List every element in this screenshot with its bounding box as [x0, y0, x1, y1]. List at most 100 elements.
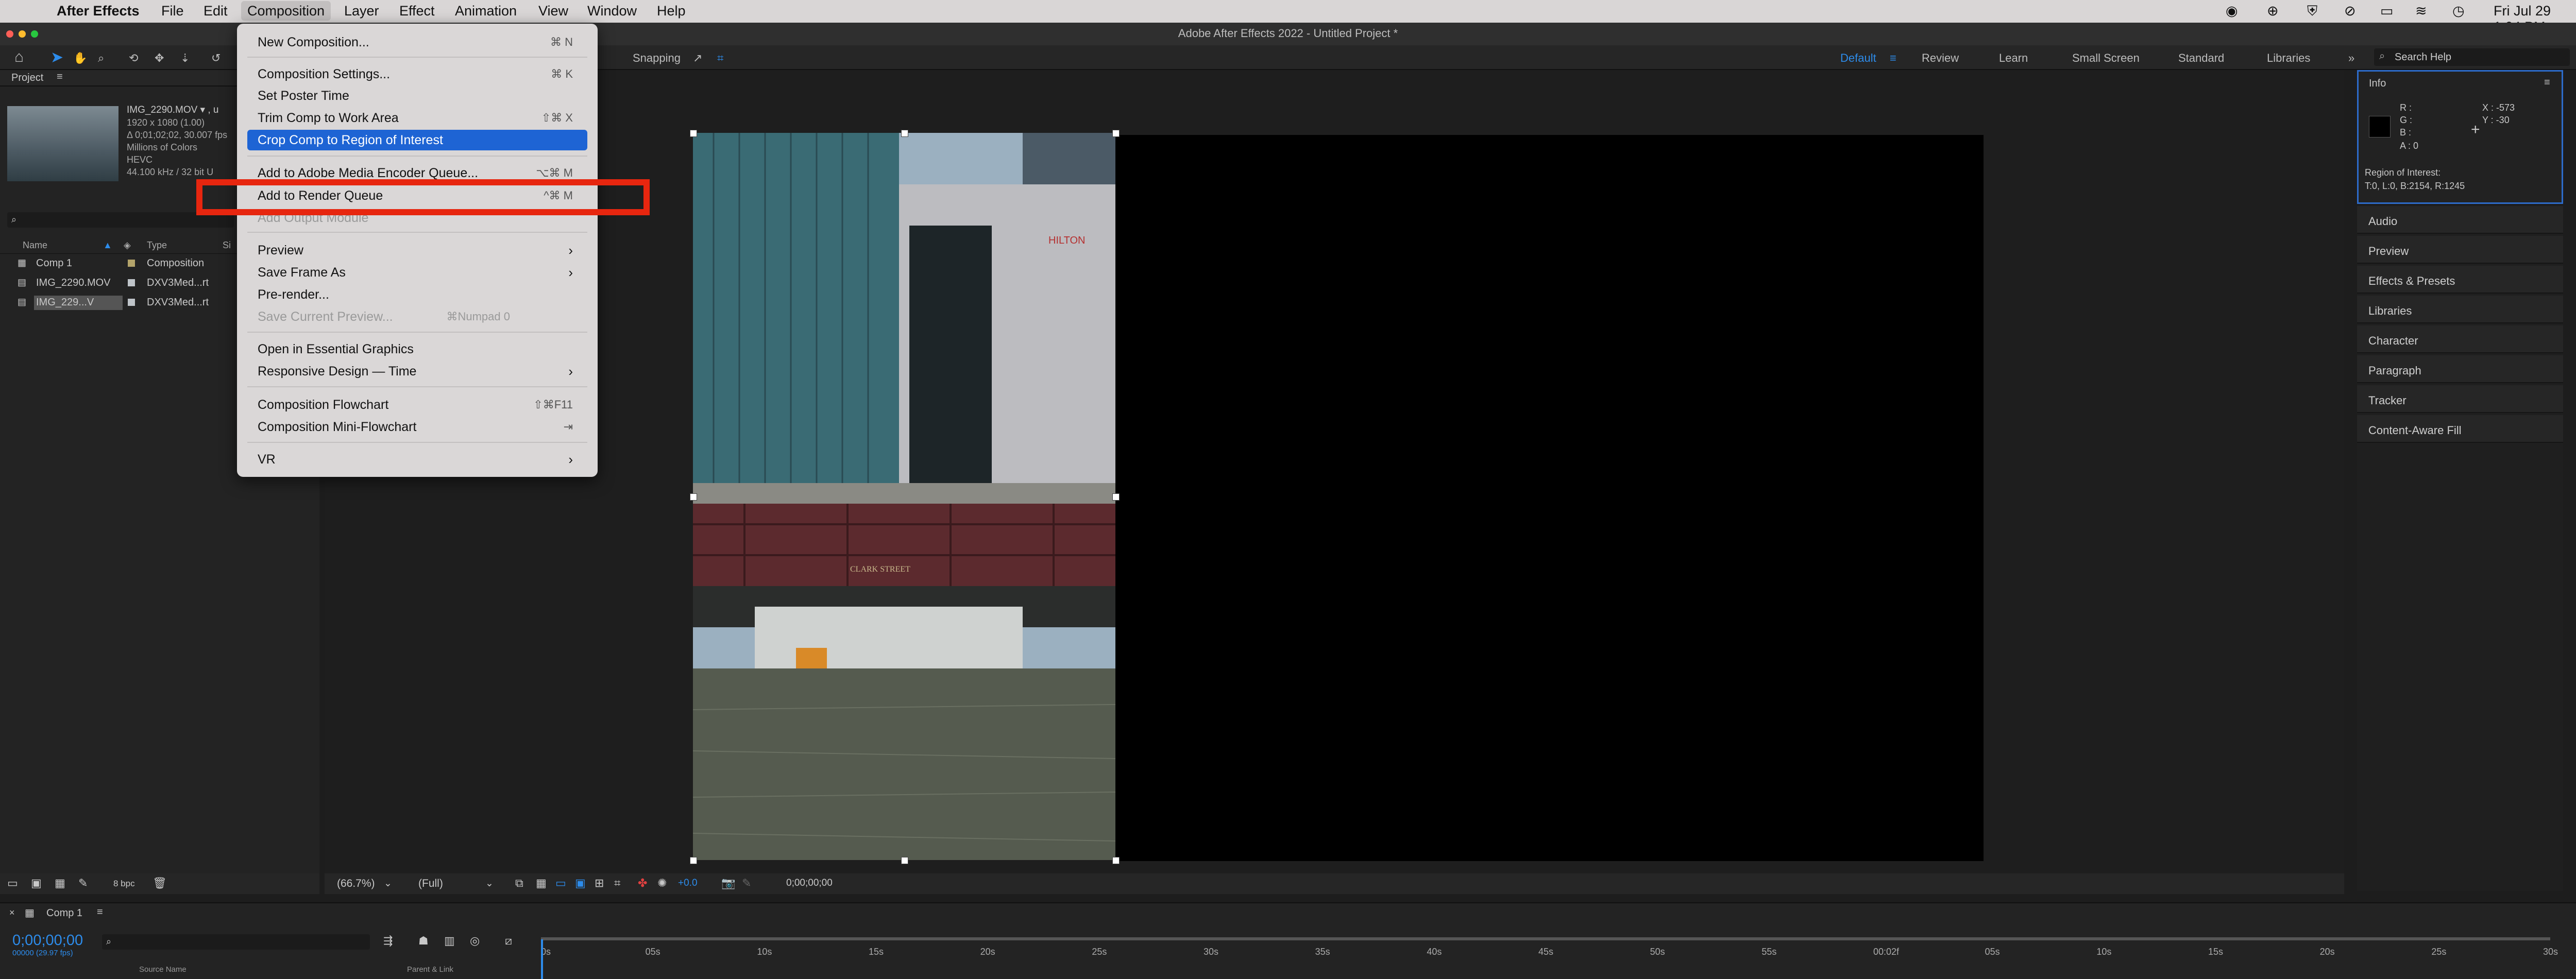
composition-canvas[interactable] [1115, 135, 1984, 861]
menu-item-trim-comp[interactable]: Trim Comp to Work Area ⇧⌘ X [247, 108, 587, 128]
menu-window[interactable]: Window [587, 3, 637, 19]
menu-item-composition-flowchart[interactable]: Composition Flowchart ⇧⌘F11 [247, 394, 587, 415]
comp-flowchart-icon[interactable]: ⇶ [383, 934, 393, 948]
project-tab[interactable]: Project [11, 72, 43, 84]
roi-handle[interactable] [1112, 493, 1120, 501]
workspace-small-screen[interactable]: Small Screen [2072, 51, 2140, 65]
menu-item-new-composition[interactable]: New Composition... ⌘ N [247, 32, 587, 53]
transparency-grid-icon[interactable]: ▦ [536, 877, 547, 890]
creative-cloud-icon[interactable]: ◉ [2226, 3, 2238, 19]
timeline-search-input[interactable]: ⌕ [102, 934, 370, 950]
motion-blur-icon[interactable]: ◎ [470, 934, 480, 948]
roi-handle[interactable] [690, 130, 697, 137]
show-snapshot-icon[interactable]: ✎ [742, 877, 751, 890]
column-name[interactable]: Name [23, 240, 47, 251]
close-tab-icon[interactable]: × [9, 907, 15, 918]
roi-handle[interactable] [901, 130, 908, 137]
snapshot-icon[interactable]: 📷 [721, 877, 735, 890]
panel-menu-icon[interactable]: ≡ [2544, 77, 2550, 89]
workspace-default[interactable]: Default [1840, 51, 1876, 65]
menu-item-save-current-preview[interactable]: Save Current Preview... ⌘Numpad 0 [247, 306, 587, 327]
menu-help[interactable]: Help [657, 3, 686, 19]
menu-animation[interactable]: Animation [455, 3, 517, 19]
wifi-off-icon[interactable]: ⊘ [2344, 3, 2356, 19]
new-folder-icon[interactable]: ▣ [31, 877, 42, 890]
time-ruler[interactable]: 0s 05s 10s 15s 20s 25s 30s 35s 40s 45s 50s 55s 00:02… [541, 946, 2558, 961]
menu-item-essential-graphics[interactable]: Open in Essential Graphics [247, 339, 587, 359]
overflow-icon[interactable]: » [2348, 51, 2354, 65]
region-of-interest-icon[interactable]: ▣ [575, 877, 586, 890]
snap-option-icon[interactable]: ↗ [693, 51, 702, 65]
resolution-dropdown[interactable]: (Full) [418, 878, 443, 890]
settings-icon[interactable]: ✎ [78, 877, 88, 890]
menu-effect[interactable]: Effect [399, 3, 435, 19]
info-title[interactable]: Info [2369, 78, 2386, 90]
timeline-timecode[interactable]: 0;00;00;00 [12, 932, 83, 949]
playhead[interactable] [541, 939, 543, 979]
clock-icon[interactable]: ◷ [2452, 3, 2465, 19]
panel-libraries[interactable]: Libraries [2357, 296, 2563, 323]
panel-menu-icon[interactable]: ≡ [57, 71, 63, 83]
menu-edit[interactable]: Edit [204, 3, 228, 19]
shield-icon[interactable]: ⛨ [2307, 3, 2317, 20]
roi-handle[interactable] [1112, 130, 1120, 137]
menu-item-preview[interactable]: Preview › [247, 240, 587, 261]
menu-item-composition-settings[interactable]: Composition Settings... ⌘ K [247, 64, 587, 84]
trash-icon[interactable]: 🗑 [152, 877, 167, 890]
dolly-tool-icon[interactable]: ⇣ [180, 51, 190, 65]
workspace-learn[interactable]: Learn [1999, 51, 2028, 65]
panel-menu-icon[interactable]: ≡ [97, 906, 103, 918]
work-area-bar[interactable] [541, 937, 2550, 940]
hand-tool-icon[interactable]: ✋ [73, 51, 87, 65]
panel-paragraph[interactable]: Paragraph [2357, 355, 2563, 383]
wifi-icon[interactable]: ≋ [2415, 3, 2427, 19]
menu-item-pre-render[interactable]: Pre-render... [247, 284, 587, 305]
workspace-review[interactable]: Review [1922, 51, 1959, 65]
roi-handle[interactable] [690, 857, 697, 864]
selection-tool-icon[interactable]: ➤ [50, 48, 63, 66]
chevron-down-icon[interactable]: ⌄ [485, 878, 494, 889]
menu-item-vr[interactable]: VR › [247, 449, 587, 470]
menu-layer[interactable]: Layer [344, 3, 379, 19]
menu-composition[interactable]: Composition [241, 1, 331, 21]
channel-icon[interactable]: ⌗ [614, 877, 620, 890]
label-column-icon[interactable]: ◈ [124, 240, 131, 251]
column-type[interactable]: Type [147, 240, 167, 251]
color-channels-icon[interactable]: ✤ [638, 877, 647, 890]
mask-visibility-icon[interactable]: ▭ [555, 877, 566, 890]
menu-file[interactable]: File [161, 3, 184, 19]
workspace-standard[interactable]: Standard [2178, 51, 2224, 65]
panel-audio[interactable]: Audio [2357, 206, 2563, 234]
fast-preview-icon[interactable]: ⧉ [515, 877, 523, 890]
video-frame[interactable]: HILTON CLARK STREET [693, 133, 1115, 860]
frame-blending-icon[interactable]: ▥ [444, 934, 455, 948]
panel-effects-presets[interactable]: Effects & Presets [2357, 266, 2563, 294]
status-icon[interactable]: ⊕ [2267, 3, 2279, 19]
menu-item-save-frame-as[interactable]: Save Frame As › [247, 262, 587, 283]
menu-item-responsive-design[interactable]: Responsive Design — Time › [247, 361, 587, 382]
viewer-timecode[interactable]: 0;00;00;00 [786, 878, 833, 889]
chevron-down-icon[interactable]: ⌄ [384, 878, 392, 889]
magnification-dropdown[interactable]: (66.7%) [337, 878, 375, 890]
column-size[interactable]: Si [223, 240, 231, 251]
battery-icon[interactable]: ▭ [2380, 3, 2394, 19]
rotate-tool-icon[interactable]: ↺ [211, 51, 221, 65]
search-help-field[interactable]: ⌕ Search Help [2374, 48, 2570, 66]
graph-editor-icon[interactable]: ⧄ [505, 934, 512, 948]
new-comp-icon[interactable]: ▦ [55, 877, 65, 890]
panel-preview[interactable]: Preview [2357, 236, 2563, 264]
panel-content-aware-fill[interactable]: Content-Aware Fill [2357, 415, 2563, 443]
interpret-footage-icon[interactable]: ▭ [7, 877, 18, 890]
pan-tool-icon[interactable]: ✥ [155, 51, 164, 65]
app-menu[interactable]: After Effects [57, 3, 140, 19]
snap-grid-icon[interactable]: ⌗ [717, 51, 723, 65]
roi-handle[interactable] [690, 493, 697, 501]
shy-icon[interactable]: ☗ [418, 934, 429, 948]
panel-character[interactable]: Character [2357, 325, 2563, 353]
workspace-libraries[interactable]: Libraries [2267, 51, 2310, 65]
color-management-icon[interactable]: ✺ [657, 877, 667, 890]
menu-item-crop-comp-roi[interactable]: Crop Comp to Region of Interest [247, 130, 587, 150]
grid-guides-icon[interactable]: ⊞ [595, 877, 604, 890]
sort-icon[interactable]: ▲ [103, 240, 112, 251]
panel-tracker[interactable]: Tracker [2357, 385, 2563, 413]
